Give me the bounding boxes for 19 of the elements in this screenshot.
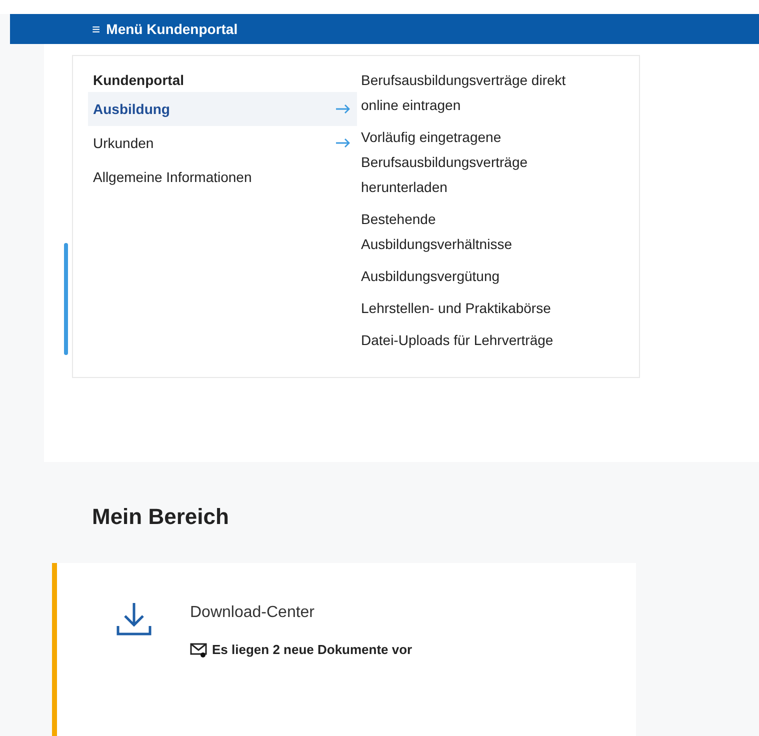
download-icon [115, 601, 153, 637]
menu-icon: ≡ [92, 18, 100, 40]
submenu-link[interactable]: Datei-Uploads für Lehrverträge [361, 328, 566, 353]
menu-heading: Kundenportal [93, 71, 185, 90]
submenu-link[interactable]: Lehrstellen- und Praktikabörse [361, 296, 566, 321]
menu-item[interactable]: Allgemeine Informationen [88, 160, 357, 194]
download-card[interactable]: Download-Center Es liegen 2 neue Dokumente vor [52, 563, 636, 736]
submenu-link[interactable]: Bestehende Ausbildungsverhältnisse [361, 207, 566, 257]
card-title: Download-Center [190, 603, 316, 623]
section-title: Mein Bereich [92, 503, 230, 531]
card-message: Es liegen 2 neue Dokumente vor [212, 641, 412, 659]
menu-title: Menü Kundenportal [106, 20, 238, 39]
envelope-icon [190, 642, 208, 658]
menu-item[interactable]: Urkunden [88, 126, 357, 160]
submenu-link[interactable]: Vorläufig eingetragene Berufsausbildungsverträge herunterladen [361, 125, 566, 200]
submenu-link[interactable]: Berufsausbildungsverträge direkt online eintragen [361, 68, 566, 118]
menu-item[interactable]: Ausbildung [88, 92, 357, 126]
menu-bar[interactable]: ≡ Menü Kundenportal [10, 14, 759, 44]
submenu-link[interactable]: Ausbildungsvergütung [361, 264, 566, 289]
